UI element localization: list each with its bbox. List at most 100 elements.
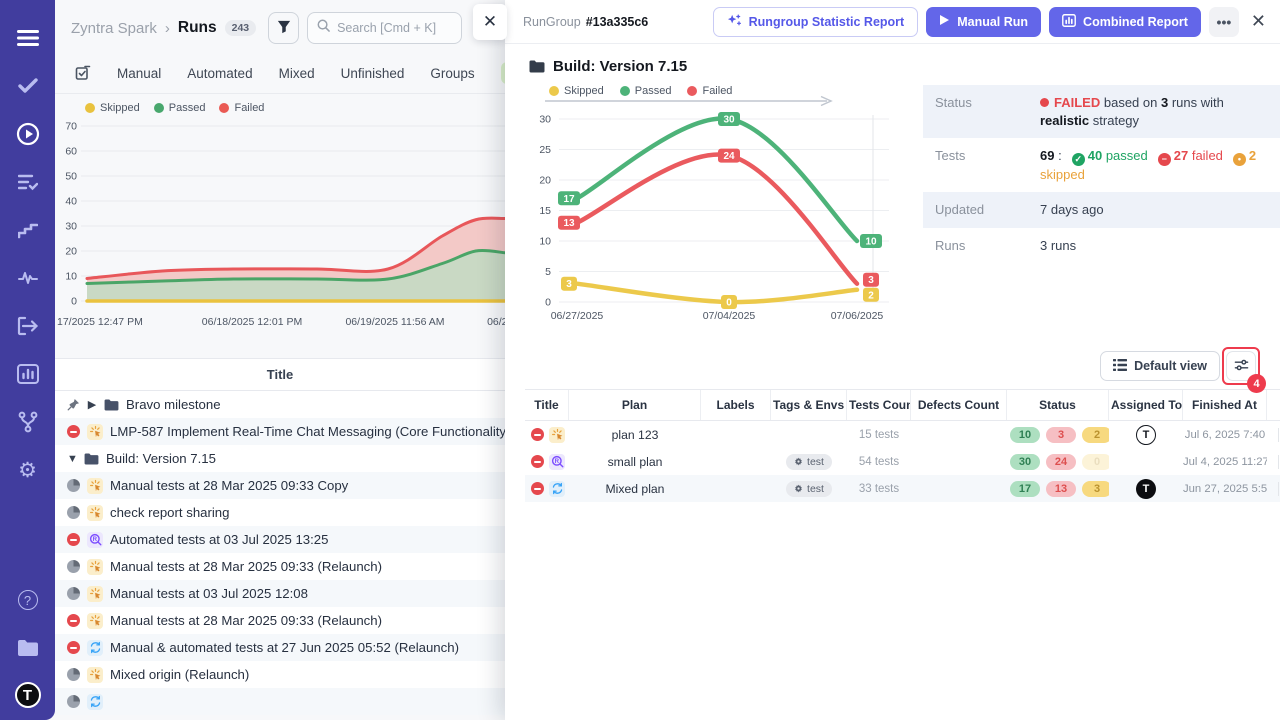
svg-text:24: 24 [723, 151, 735, 162]
legend-item-passed[interactable]: Passed [620, 85, 672, 97]
failed-status-icon [67, 425, 80, 438]
caret-right-icon[interactable]: ▶ [87, 398, 97, 411]
svg-text:10: 10 [539, 236, 551, 248]
rungroup-run-row[interactable]: Mixed plantest33 tests17133TJun 27, 2025… [525, 475, 1280, 502]
legend-item-passed[interactable]: Passed [154, 102, 206, 114]
svg-text:17: 17 [563, 194, 575, 205]
run-list-item[interactable]: Manual tests at 28 Mar 2025 09:33 (Relau… [55, 607, 505, 634]
branching-icon[interactable] [15, 409, 41, 435]
tab-mixed[interactable]: Mixed [279, 66, 315, 81]
combined-report-button[interactable]: Combined Report [1049, 7, 1201, 37]
legend-dot-icon [549, 86, 559, 96]
manual-run-type-icon [87, 505, 103, 521]
mixed-run-type-icon [87, 694, 103, 710]
summary-updated-row: Updated 7 days ago [923, 192, 1280, 228]
svg-text:0: 0 [545, 297, 551, 309]
automated-run-type-icon: R [549, 454, 565, 470]
tests-icon[interactable] [15, 73, 41, 99]
milestones-icon[interactable] [15, 217, 41, 243]
svg-text:0: 0 [726, 298, 732, 309]
user-avatar[interactable]: T [15, 682, 41, 708]
legend-item-failed[interactable]: Failed [687, 85, 732, 97]
drawer-close-icon[interactable]: ✕ [1251, 11, 1266, 32]
runs-header: Zyntra Spark › Runs 243 [55, 0, 505, 52]
menu-icon[interactable] [15, 25, 41, 51]
summary-status-row: Status FAILED based on 3 runs with reali… [923, 85, 1280, 138]
failed-status-icon [531, 482, 544, 495]
run-list-item[interactable]: RAutomated tests at 03 Jul 2025 13:25 [55, 526, 505, 553]
legend-item-skipped[interactable]: Skipped [549, 85, 604, 97]
tab-groups[interactable]: Groups [430, 66, 474, 81]
svg-text:0: 0 [71, 296, 77, 308]
failed-minus-icon: − [1158, 153, 1171, 166]
column-settings-button[interactable] [1226, 351, 1256, 381]
breadcrumb-project[interactable]: Zyntra Spark [71, 20, 157, 37]
analytics-icon[interactable] [15, 361, 41, 387]
manual-run-button[interactable]: Manual Run [926, 7, 1041, 37]
run-list-item[interactable]: Mixed origin (Relaunch) [55, 661, 505, 688]
settings-icon[interactable]: ⚙ [15, 457, 41, 483]
svg-text:70: 70 [65, 121, 77, 133]
run-list-item[interactable]: check report sharing [55, 499, 505, 526]
run-list-item[interactable]: ▶Bravo milestone [55, 391, 505, 418]
manual-run-type-icon [87, 478, 103, 494]
search-box [307, 12, 462, 44]
tab-manual[interactable]: Manual [117, 66, 161, 81]
run-list-item[interactable]: Manual tests at 28 Mar 2025 09:33 Copy [55, 472, 505, 499]
drawer-close-button[interactable]: ✕ [473, 4, 507, 40]
folder-icon [529, 60, 545, 73]
rungroup-run-row[interactable]: Rsmall plantest54 tests30240Jul 4, 2025 … [525, 448, 1280, 475]
search-input[interactable] [337, 21, 447, 35]
tab-unfinished[interactable]: Unfinished [341, 66, 405, 81]
run-list-item[interactable]: LMP-587 Implement Real-Time Chat Messagi… [55, 418, 505, 445]
help-icon[interactable]: ? [15, 587, 41, 613]
assigned-to-cell: T [1109, 479, 1183, 499]
tags-envs-cell: test [771, 481, 847, 497]
passed-pill: 30 [1010, 454, 1040, 470]
pin-icon[interactable] [67, 398, 80, 411]
pending-status-icon [67, 560, 80, 573]
run-list-item[interactable] [55, 688, 505, 715]
plan-name: small plan [569, 455, 701, 469]
rungroup-statistic-report-button[interactable]: Rungroup Statistic Report [713, 7, 919, 37]
failed-status-icon [67, 641, 80, 654]
test-plans-icon[interactable] [15, 169, 41, 195]
run-list-item[interactable]: Manual & automated tests at 27 Jun 2025 … [55, 634, 505, 661]
legend-item-failed[interactable]: Failed [219, 102, 264, 114]
column-header-labels: Labels [701, 390, 771, 420]
tests-count: 15 tests [847, 429, 911, 441]
pending-status-icon [67, 695, 80, 708]
build-title: Build: Version 7.15 [529, 58, 1280, 75]
legend-item-skipped[interactable]: Skipped [85, 102, 140, 114]
pulse-icon[interactable] [15, 265, 41, 291]
bulk-select-icon[interactable] [75, 65, 91, 81]
rungroup-run-row[interactable]: plan 12315 tests1032TJul 6, 2025 7:40 [525, 421, 1280, 448]
legend-dot-icon [154, 103, 164, 113]
filter-button[interactable] [268, 12, 299, 44]
rungroup-chart-x-axis: 06/27/202507/04/202507/06/2025 [529, 309, 901, 325]
pending-status-icon [67, 668, 80, 681]
run-list-item[interactable]: Manual tests at 28 Mar 2025 09:33 (Relau… [55, 553, 505, 580]
projects-folder-icon[interactable] [15, 635, 41, 661]
svg-text:15: 15 [539, 205, 551, 217]
tag-chip: test [786, 481, 832, 497]
more-actions-button[interactable]: ••• [1209, 7, 1239, 37]
row-actions-cut[interactable] [1278, 428, 1279, 442]
x-tick-label: 06/23/2025 5:52 P [487, 316, 505, 328]
runs-history-chart: 010203040506070 [55, 118, 505, 314]
column-header-status: Status [1007, 390, 1109, 420]
run-list-item[interactable]: Manual tests at 03 Jul 2025 12:08 [55, 580, 505, 607]
column-header-title: Title [525, 390, 569, 420]
pending-status-icon [67, 506, 80, 519]
caret-down-icon[interactable]: ▼ [67, 453, 77, 465]
x-tick-label: 06/18/2025 12:01 PM [202, 316, 302, 328]
runs-icon[interactable] [15, 121, 41, 147]
default-view-button[interactable]: Default view [1100, 351, 1220, 381]
runs-tabs: ManualAutomatedMixedUnfinishedGroupstest… [55, 52, 505, 94]
tab-automated[interactable]: Automated [187, 66, 252, 81]
row-actions-cut[interactable] [1278, 455, 1279, 469]
row-actions-cut[interactable] [1278, 482, 1279, 496]
run-list-item[interactable]: ▼Build: Version 7.15 [55, 445, 505, 472]
tests-count: 54 tests [847, 456, 911, 468]
import-icon[interactable] [15, 313, 41, 339]
